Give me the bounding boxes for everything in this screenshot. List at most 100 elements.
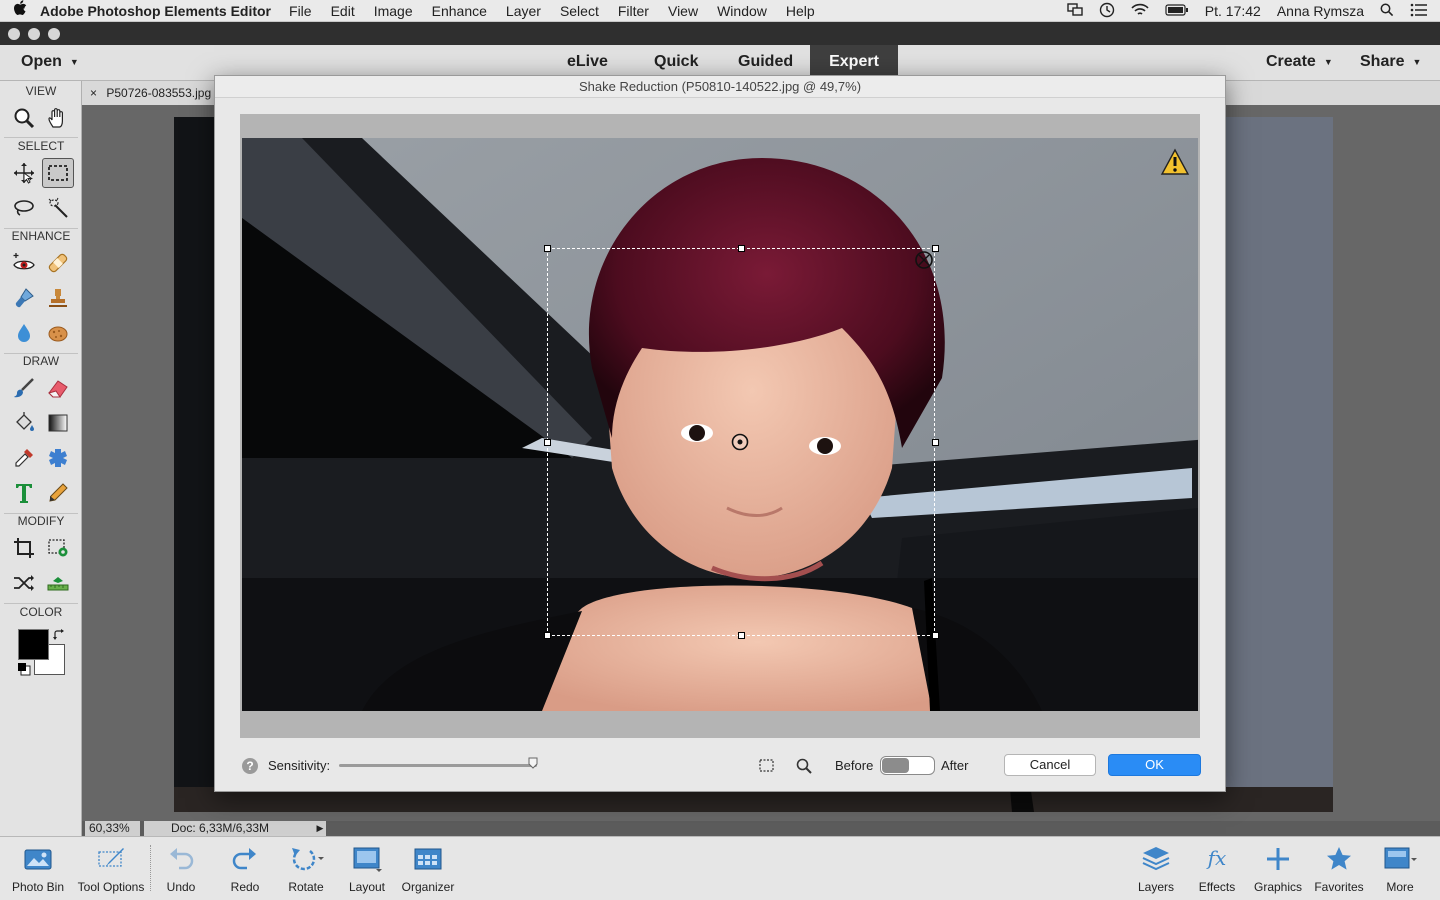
more-panel-icon [1365, 837, 1435, 881]
content-aware-move-tool-icon[interactable] [8, 568, 40, 598]
eyedropper-tool-icon[interactable] [8, 443, 40, 473]
sensitivity-slider-track[interactable] [339, 764, 537, 767]
clone-stamp-tool-icon[interactable] [42, 283, 74, 313]
straighten-tool-icon[interactable] [42, 568, 74, 598]
spotlight-search-icon[interactable] [1380, 3, 1394, 20]
menu-clock[interactable]: Pt. 17:42 [1205, 3, 1261, 19]
before-after-toggle[interactable] [880, 756, 935, 775]
hand-tool-icon[interactable] [42, 103, 74, 133]
close-tab-icon[interactable]: × [90, 86, 97, 100]
more-button[interactable]: More [1365, 837, 1435, 900]
remove-region-icon[interactable] [914, 250, 934, 275]
help-icon[interactable]: ? [241, 757, 259, 778]
toolbox-divider [4, 137, 78, 138]
ok-button[interactable]: OK [1108, 754, 1201, 776]
share-button[interactable]: Share ▼ [1346, 45, 1435, 81]
display-mirror-icon[interactable] [1067, 2, 1083, 20]
menu-edit[interactable]: Edit [331, 3, 355, 19]
smart-brush-tool-icon[interactable] [8, 283, 40, 313]
menu-select[interactable]: Select [560, 3, 599, 19]
menu-enhance[interactable]: Enhance [432, 3, 487, 19]
blur-tool-icon[interactable] [8, 318, 40, 348]
organizer-button[interactable]: Organizer [393, 837, 463, 900]
shake-reduction-dialog: Shake Reduction (P50810-140522.jpg @ 49,… [214, 75, 1226, 792]
battery-icon[interactable] [1165, 3, 1189, 19]
undo-icon [146, 837, 216, 881]
toolbox-divider [4, 603, 78, 604]
document-tab[interactable]: × P50726-083553.jpg [82, 81, 217, 105]
zoom-tool-icon[interactable] [8, 103, 40, 133]
wifi-icon[interactable] [1131, 3, 1149, 20]
photo-bin-button[interactable]: Photo Bin [3, 837, 73, 900]
lasso-tool-icon[interactable] [8, 193, 40, 223]
region-resize-handle[interactable] [544, 632, 551, 639]
gradient-tool-icon[interactable] [42, 408, 74, 438]
type-tool-icon[interactable] [8, 478, 40, 508]
custom-shape-tool-icon[interactable] [42, 443, 74, 473]
status-menu-arrow-icon[interactable]: ▶ [314, 821, 326, 836]
region-resize-handle[interactable] [738, 632, 745, 639]
foreground-color-swatch[interactable] [18, 629, 49, 660]
quick-selection-tool-icon[interactable] [42, 193, 74, 223]
tool-options-button[interactable]: Tool Options [76, 837, 146, 900]
menu-file[interactable]: File [289, 3, 312, 19]
window-minimize-button[interactable] [28, 28, 40, 40]
zoom-icon[interactable] [795, 757, 813, 778]
menu-image[interactable]: Image [374, 3, 413, 19]
eraser-tool-icon[interactable] [42, 373, 74, 403]
app-name-menu[interactable]: Adobe Photoshop Elements Editor [40, 3, 271, 19]
swap-colors-icon[interactable] [52, 628, 66, 647]
menu-window[interactable]: Window [717, 3, 767, 19]
effects-button[interactable]: fx Effects [1182, 837, 1252, 900]
red-eye-removal-tool-icon[interactable] [8, 248, 40, 278]
region-resize-handle[interactable] [932, 439, 939, 446]
chevron-down-icon: ▼ [69, 57, 79, 67]
apple-menu-icon[interactable] [0, 0, 40, 21]
warning-icon[interactable] [1160, 148, 1190, 181]
menu-filter[interactable]: Filter [618, 3, 649, 19]
default-colors-icon[interactable] [17, 662, 31, 681]
organizer-label: Organizer [401, 880, 455, 894]
region-resize-handle[interactable] [544, 439, 551, 446]
menu-user-name[interactable]: Anna Rymsza [1277, 3, 1364, 19]
rectangular-marquee-tool-icon[interactable] [42, 158, 74, 188]
brush-tool-icon[interactable] [8, 373, 40, 403]
rotate-button[interactable]: Rotate [271, 837, 341, 900]
window-zoom-button[interactable] [48, 28, 60, 40]
layout-button[interactable]: Layout [332, 837, 402, 900]
region-resize-handle[interactable] [544, 245, 551, 252]
sponge-tool-icon[interactable] [42, 318, 74, 348]
crop-tool-icon[interactable] [8, 533, 40, 563]
sensitivity-slider-thumb[interactable] [528, 757, 538, 769]
menu-layer[interactable]: Layer [506, 3, 541, 19]
share-label: Share [1360, 53, 1405, 71]
undo-button[interactable]: Undo [146, 837, 216, 900]
create-button[interactable]: Create ▼ [1252, 45, 1347, 81]
notification-center-icon[interactable] [1410, 3, 1428, 20]
region-resize-handle[interactable] [932, 632, 939, 639]
recompose-tool-icon[interactable] [42, 533, 74, 563]
move-tool-icon[interactable] [8, 158, 40, 188]
region-resize-handle[interactable] [738, 245, 745, 252]
add-region-icon[interactable] [758, 758, 776, 777]
window-close-button[interactable] [8, 28, 20, 40]
region-center-pin-icon[interactable] [731, 433, 749, 456]
zoom-level[interactable]: 60,33% [85, 821, 140, 836]
spot-healing-brush-tool-icon[interactable] [42, 248, 74, 278]
section-view-label: VIEW [25, 84, 57, 98]
layout-icon [332, 837, 402, 881]
bottom-taskbar: Photo Bin Tool Options Undo Redo Rotate … [0, 836, 1440, 900]
menu-help[interactable]: Help [786, 3, 815, 19]
preview-image[interactable] [242, 138, 1198, 711]
layers-button[interactable]: Layers [1121, 837, 1191, 900]
redo-button[interactable]: Redo [210, 837, 280, 900]
graphics-button[interactable]: Graphics [1243, 837, 1313, 900]
paint-bucket-tool-icon[interactable] [8, 408, 40, 438]
open-button[interactable]: Open ▼ [7, 45, 93, 81]
time-machine-icon[interactable] [1099, 2, 1115, 21]
cancel-button[interactable]: Cancel [1004, 754, 1096, 776]
pencil-tool-icon[interactable] [42, 478, 74, 508]
menu-view[interactable]: View [668, 3, 698, 19]
favorites-button[interactable]: Favorites [1304, 837, 1374, 900]
toolbox: VIEW SELECT ENHANCE DRAW MODIFY COLOR [0, 81, 82, 836]
